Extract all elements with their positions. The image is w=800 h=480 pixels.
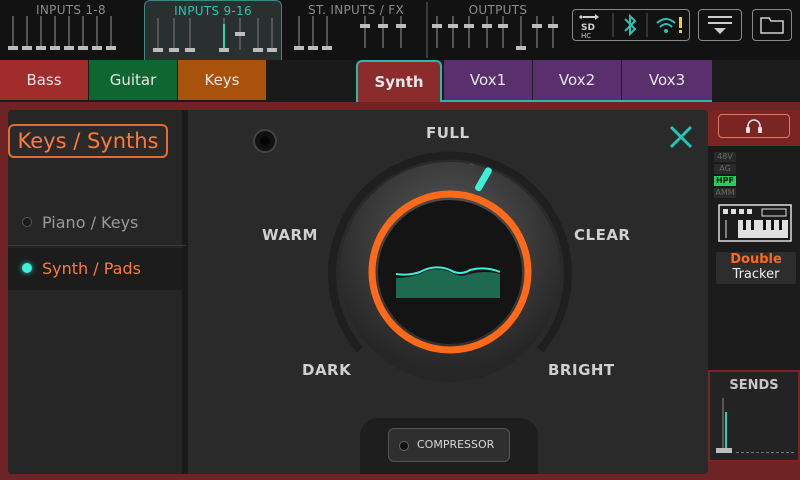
bluetooth-icon [624,13,637,37]
sd-card-icon: SD HC [581,23,595,40]
group-label: OUTPUTS [468,3,528,17]
group-st-inputs-fx[interactable]: ST. INPUTS / FX [286,0,426,58]
wifi-warning-icon [656,17,682,33]
group-label: INPUTS 1-8 [36,3,106,17]
group-outputs[interactable]: OUTPUTS [428,0,568,58]
folder-icon [760,17,784,34]
option-label: Synth / Pads [42,259,141,278]
dial-label-full: FULL [426,124,470,142]
preset-list [8,110,188,474]
badge-ag: AG [714,164,736,174]
group-label: INPUTS 9-16 [174,4,252,18]
radio-icon [22,217,32,227]
compressor-button[interactable]: COMPRESSOR [388,428,510,462]
tab-vox3[interactable]: Vox3 [622,60,712,100]
svg-text:HC: HC [581,32,591,40]
sends-fader[interactable] [716,448,732,453]
tab-vox1[interactable]: Vox1 [444,60,532,100]
tone-dial[interactable] [320,150,580,400]
group-label: ST. INPUTS / FX [308,3,404,17]
folder-button[interactable] [752,9,792,41]
channel-tabs: Bass Guitar Keys Synth Vox1 Vox2 Vox3 [0,60,800,104]
group-inputs-9-16[interactable]: INPUTS 9-16 [144,0,282,60]
preset-title[interactable]: Keys / Synths [8,124,168,158]
double-tracker-line1: Double [730,252,782,267]
tab-keys[interactable]: Keys [178,60,266,100]
badge-hpf: HPF [714,176,736,186]
tab-vox2[interactable]: Vox2 [533,60,621,100]
dial-label-dark: DARK [302,361,352,379]
status-panel[interactable]: SD HC [572,9,690,41]
tab-bass[interactable]: Bass [0,60,88,100]
sends-panel[interactable]: SENDS [708,370,800,462]
close-icon[interactable] [666,122,696,152]
keyboard-icon[interactable] [718,204,792,242]
tab-guitar[interactable]: Guitar [89,60,177,100]
double-tracker-button[interactable]: Double Tracker [716,252,796,284]
group-inputs-1-8[interactable]: INPUTS 1-8 [0,0,142,58]
dial-label-bright: BRIGHT [548,361,615,379]
dial-label-clear: CLEAR [574,226,631,244]
sends-label: SENDS [729,378,779,393]
led-icon [399,441,409,451]
menu-icon [708,16,732,34]
jack-icon [253,129,277,153]
tab-synth[interactable]: Synth [356,60,442,104]
headphones-button[interactable] [718,114,790,138]
badge-amm: AMM [714,188,736,198]
compressor-label: COMPRESSOR [417,438,495,451]
dial-label-warm: WARM [262,226,318,244]
option-piano-keys[interactable]: Piano / Keys [8,202,182,244]
badge-48v: 48V [714,152,736,162]
option-synth-pads[interactable]: Synth / Pads [8,248,182,290]
menu-button[interactable] [698,9,742,41]
option-label: Piano / Keys [42,213,139,232]
usb-icon [579,14,599,20]
top-bar: INPUTS 1-8 INPUTS 9-16 ST. INPUTS / FX O… [0,0,800,60]
headphones-icon [746,119,762,133]
double-tracker-line2: Tracker [732,267,780,282]
radio-selected-icon [22,263,32,273]
